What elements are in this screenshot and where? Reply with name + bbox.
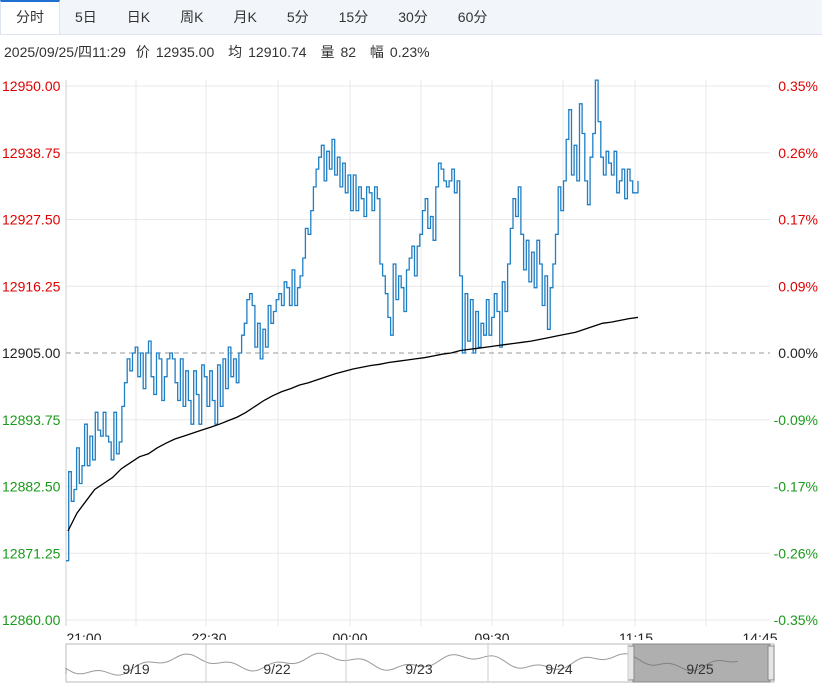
pct-tick-label: -0.26% <box>774 545 818 561</box>
pct-tick-label: -0.09% <box>774 412 818 428</box>
pct-tick-label: 0.09% <box>778 278 818 294</box>
info-avg-label: 均 <box>228 44 243 60</box>
y-tick-label: 12916.25 <box>2 278 61 294</box>
navigator-date-label: 9/22 <box>263 661 290 677</box>
navigator-date-label: 9/23 <box>405 661 432 677</box>
average-series-line <box>67 316 639 532</box>
x-tick-label: 21:00 <box>66 630 101 640</box>
x-tick-label: 09:30 <box>474 630 509 640</box>
pct-tick-label: 0.17% <box>778 212 818 228</box>
tab-0[interactable]: 分时 <box>0 0 60 34</box>
y-tick-label: 12938.75 <box>2 145 61 161</box>
y-tick-label: 12871.25 <box>2 545 61 561</box>
navigator-left-handle[interactable] <box>627 645 635 681</box>
pct-tick-label: 0.26% <box>778 145 818 161</box>
navigator-date-label: 9/19 <box>122 661 149 677</box>
info-price-label: 价 <box>135 44 150 60</box>
info-price: 12935.00 <box>155 44 215 60</box>
tab-8[interactable]: 60分 <box>443 0 503 34</box>
tab-4[interactable]: 月K <box>218 0 271 34</box>
navigator-date-label: 9/25 <box>686 661 713 677</box>
tab-7[interactable]: 30分 <box>383 0 443 34</box>
price-series-line <box>66 79 639 562</box>
navigator-date-label: 9/24 <box>545 661 572 677</box>
y-tick-label: 12927.50 <box>2 212 61 228</box>
y-tick-label: 12860.00 <box>2 612 61 628</box>
quote-info-bar: 2025/09/25/四11:29 价 12935.00 均 12910.74 量8… <box>4 42 436 62</box>
period-tabs: 分时 5日 日K 周K 月K 5分 15分 30分 60分 <box>0 0 822 35</box>
tab-2[interactable]: 日K <box>112 0 165 34</box>
navigator-right-handle[interactable] <box>767 645 775 681</box>
y-tick-label: 12893.75 <box>2 412 61 428</box>
info-vol: 82 <box>340 44 357 60</box>
intraday-chart[interactable]: 12950.00 0.35% 12938.75 0.26% 12927.50 0.17% 1… <box>0 70 822 640</box>
info-range: 0.23% <box>389 44 430 60</box>
tab-3[interactable]: 周K <box>165 0 218 34</box>
y-tick-label: 12950.00 <box>2 78 61 94</box>
tab-6[interactable]: 15分 <box>324 0 384 34</box>
x-tick-label: 00:00 <box>332 630 367 640</box>
y-tick-label: 12905.00 <box>2 345 61 361</box>
tab-1[interactable]: 5日 <box>60 0 112 34</box>
pct-tick-label: -0.17% <box>774 479 818 495</box>
time-navigator[interactable]: 9/19 9/22 9/23 9/24 9/25 <box>0 640 822 685</box>
info-datetime: 2025/09/25/四11:29 <box>4 44 126 60</box>
pct-tick-label: 0.00% <box>778 345 818 361</box>
info-avg: 12910.74 <box>248 44 307 60</box>
tab-5[interactable]: 5分 <box>272 0 324 34</box>
x-tick-label: 22:30 <box>191 630 226 640</box>
y-tick-label: 12882.50 <box>2 479 61 495</box>
pct-tick-label: -0.35% <box>774 612 818 628</box>
info-vol-label: 量 <box>320 44 335 60</box>
x-tick-label: 14:45 <box>742 630 777 640</box>
info-range-label: 幅 <box>369 44 384 60</box>
x-tick-label: 11:15 <box>619 630 653 640</box>
pct-tick-label: 0.35% <box>778 78 818 94</box>
